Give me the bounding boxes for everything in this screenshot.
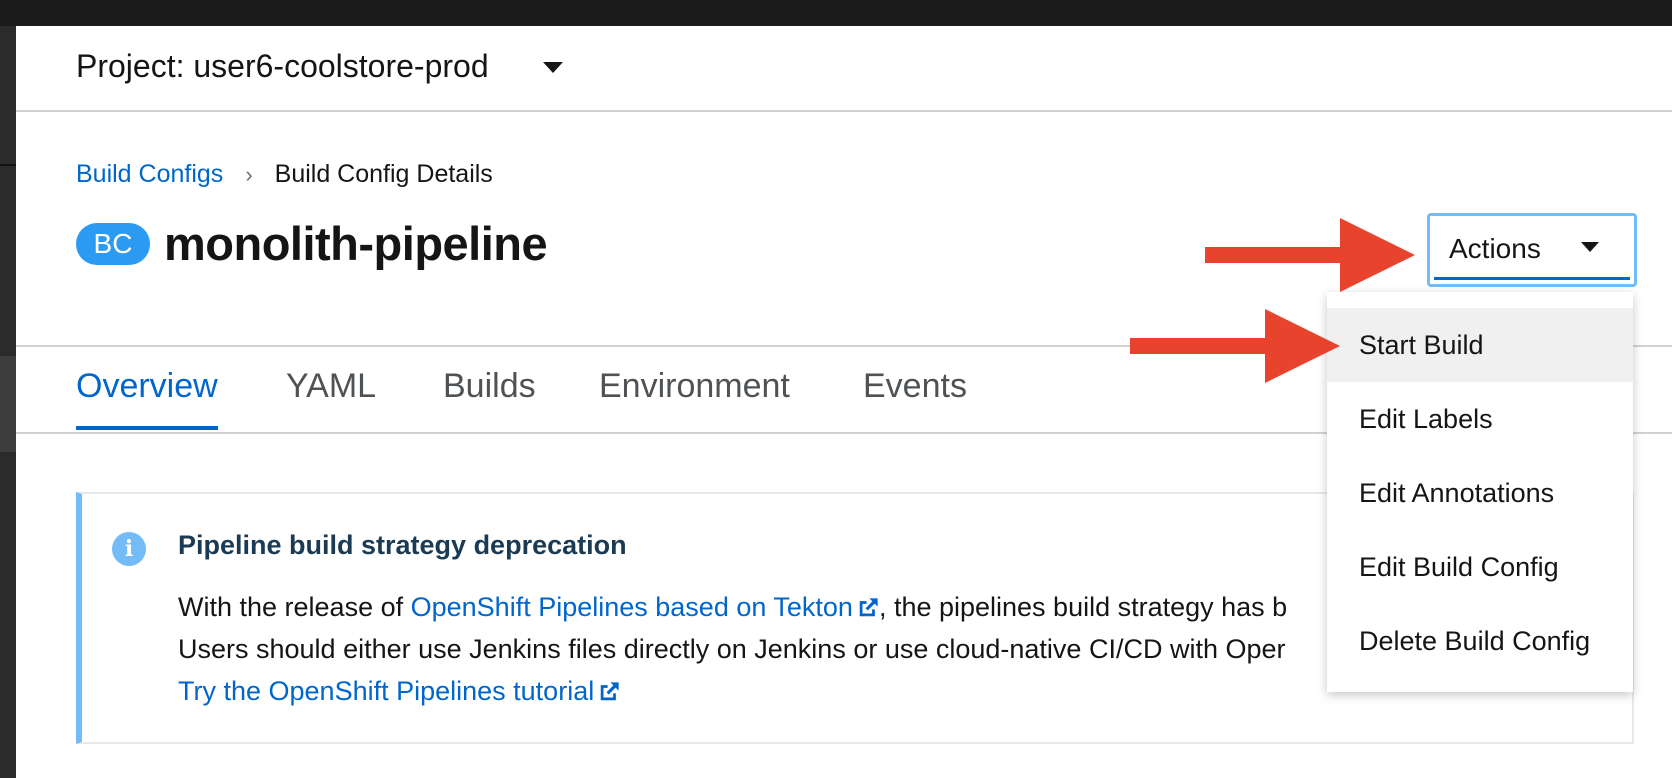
page-heading: BC monolith-pipeline: [76, 216, 548, 271]
tutorial-link-label: Try the OpenShift Pipelines tutorial: [178, 676, 595, 706]
left-nav-edge: [0, 26, 16, 778]
menu-item-edit-build-config[interactable]: Edit Build Config: [1327, 530, 1633, 604]
alert-text: With the release of: [178, 592, 411, 622]
info-circle-icon: i: [112, 532, 146, 566]
annotation-arrow-start-build: [1130, 309, 1340, 383]
menu-item-edit-annotations[interactable]: Edit Annotations: [1327, 456, 1633, 530]
breadcrumb: Build Configs › Build Config Details: [76, 160, 493, 189]
actions-label: Actions: [1449, 232, 1541, 264]
page-title: monolith-pipeline: [164, 217, 548, 270]
actions-dropdown-button[interactable]: Actions: [1427, 213, 1637, 287]
annotation-arrow-actions: [1205, 218, 1415, 292]
top-masthead: [0, 0, 1672, 26]
tab-yaml[interactable]: YAML: [286, 367, 376, 430]
pipelines-tutorial-link[interactable]: Try the OpenShift Pipelines tutorial: [178, 676, 620, 706]
tab-environment[interactable]: Environment: [599, 367, 790, 430]
breadcrumb-link-build-configs[interactable]: Build Configs: [76, 160, 223, 189]
actions-toggle[interactable]: Actions: [1434, 220, 1630, 280]
project-selector-label[interactable]: Project: user6-coolstore-prod: [76, 48, 489, 85]
caret-down-icon: [1581, 242, 1599, 252]
tab-events[interactable]: Events: [863, 367, 967, 430]
angle-right-icon: ›: [245, 161, 253, 187]
external-link-icon: [600, 682, 619, 701]
alert-title: Pipeline build strategy deprecation: [178, 530, 627, 560]
nav-divider: [0, 164, 16, 166]
project-bar: Project: user6-coolstore-prod: [16, 26, 1672, 112]
caret-down-icon[interactable]: [543, 62, 563, 73]
menu-item-edit-labels[interactable]: Edit Labels: [1327, 382, 1633, 456]
menu-item-start-build[interactable]: Start Build: [1327, 308, 1633, 382]
tab-overview[interactable]: Overview: [76, 367, 218, 430]
tekton-link-label: OpenShift Pipelines based on Tekton: [410, 592, 853, 622]
resource-badge: BC: [76, 222, 150, 265]
nav-active-item[interactable]: [0, 356, 16, 452]
external-link-icon: [859, 598, 878, 617]
alert-text: , the pipelines build strategy has b: [878, 592, 1288, 622]
actions-menu: Start Build Edit Labels Edit Annotations…: [1327, 292, 1633, 692]
tab-builds[interactable]: Builds: [443, 367, 536, 430]
tekton-link[interactable]: OpenShift Pipelines based on Tekton: [411, 592, 879, 622]
breadcrumb-current: Build Config Details: [274, 160, 493, 188]
menu-item-delete-build-config[interactable]: Delete Build Config: [1327, 604, 1633, 678]
